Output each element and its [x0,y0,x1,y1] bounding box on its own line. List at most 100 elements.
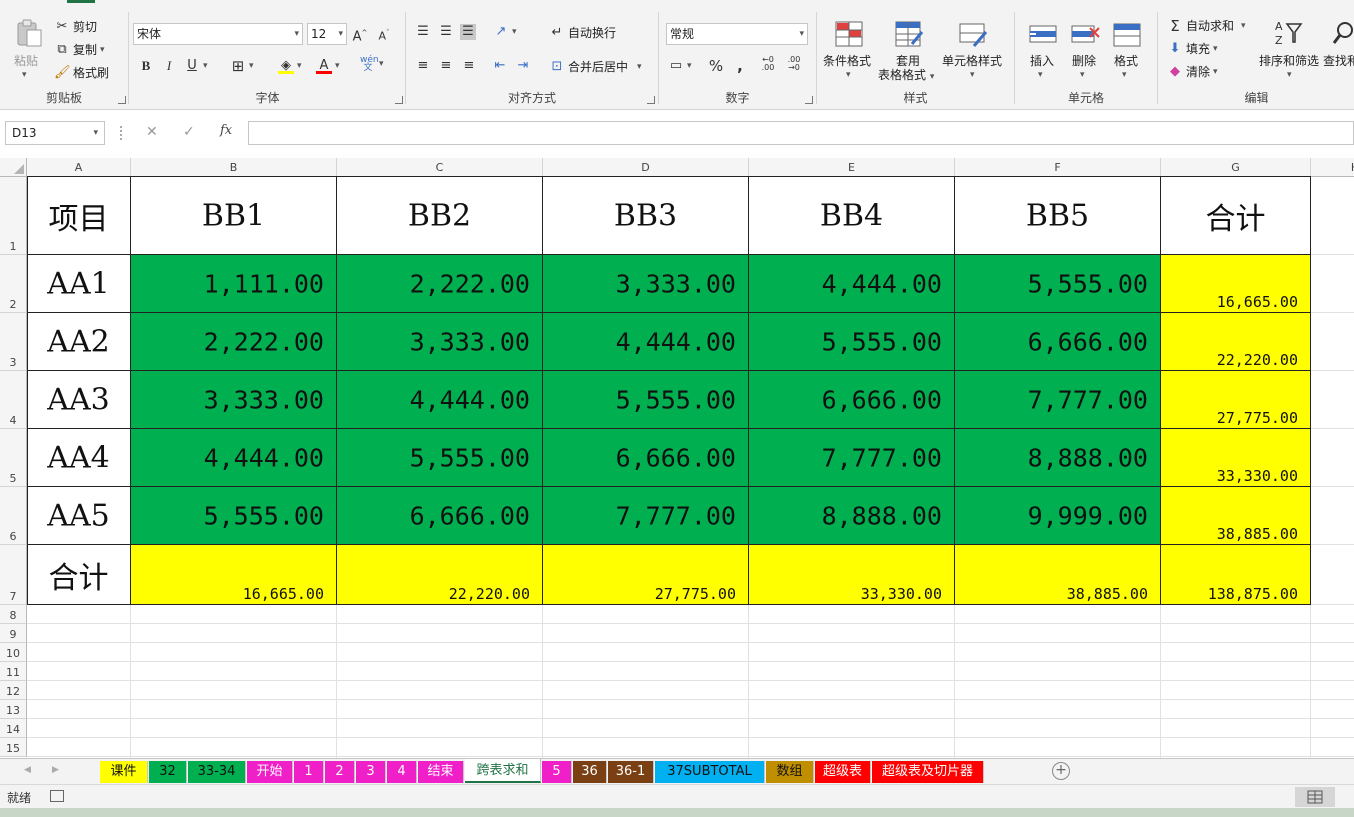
table-cell[interactable]: 8,888.00 [955,429,1161,487]
autosum-button[interactable]: Σ 自动求和 ▾ [1167,17,1245,34]
fill-color-button[interactable]: ◈ ▾ [278,58,302,74]
table-cell[interactable]: 6,666.00 [543,429,749,487]
table-cell[interactable]: 7,777.00 [955,371,1161,429]
table-row-label[interactable]: AA1 [27,255,131,313]
table-cell[interactable]: 6,666.00 [749,371,955,429]
row-header-4[interactable]: 4 [0,371,27,429]
decrease-indent-button[interactable]: ⇤ [492,58,508,74]
row-header-1[interactable]: 1 [0,177,27,255]
fill-button[interactable]: ⬇ 填充 ▾ [1167,40,1218,57]
table-cell[interactable]: 4,444.00 [749,255,955,313]
tab-scroll-left-icon[interactable]: ◀ [24,765,31,775]
table-cell[interactable]: 6,666.00 [337,487,543,545]
wrap-text-button[interactable]: ↵ 自动换行 [549,24,616,41]
column-header-c[interactable]: C [337,158,543,177]
table-cell[interactable]: 1,111.00 [131,255,337,313]
merge-center-button[interactable]: ⊡ 合并后居中 ▾ [549,58,642,75]
row-header-15[interactable]: 15 [0,738,27,757]
column-header-b[interactable]: B [131,158,337,177]
find-select-button[interactable]: 查找和 [1323,52,1354,69]
table-row-label[interactable]: AA2 [27,313,131,371]
column-total-cell[interactable]: 33,330.00 [749,545,955,605]
column-total-cell[interactable]: 27,775.00 [543,545,749,605]
insert-function-button[interactable]: fx [220,123,232,138]
table-cell[interactable]: 5,555.00 [337,429,543,487]
sheet-tab-4[interactable]: 1 [294,761,324,783]
orientation-button[interactable]: ↗ ▾ [493,24,517,40]
select-all-corner[interactable] [0,158,27,177]
bold-button[interactable]: B [138,58,154,74]
delete-dropdown-icon[interactable]: ▾ [1080,66,1085,80]
font-size-combo[interactable]: 12 ▾ [307,23,347,45]
table-col-header-1[interactable]: BB1 [131,177,337,255]
border-button[interactable]: ⊞ ▾ [230,58,254,74]
font-color-button[interactable]: A ▾ [316,58,340,74]
table-col-header-5[interactable]: BB5 [955,177,1161,255]
italic-button[interactable]: I [161,58,177,74]
format-as-table-button[interactable]: 表格格式 ▾ [878,66,934,83]
sheet-tab-2[interactable]: 33-34 [188,761,246,783]
insert-dropdown-icon[interactable]: ▾ [1038,66,1043,80]
column-total-cell[interactable]: 16,665.00 [131,545,337,605]
column-total-cell[interactable]: 38,885.00 [955,545,1161,605]
column-header-f[interactable]: F [955,158,1161,177]
sheet-tab-9[interactable]: 跨表求和 [465,759,541,783]
table-cell[interactable]: 7,777.00 [749,429,955,487]
table-cell[interactable]: 4,444.00 [131,429,337,487]
row-header-9[interactable]: 9 [0,624,27,643]
cancel-icon[interactable]: ✕ [146,124,158,140]
row-header-12[interactable]: 12 [0,681,27,700]
row-header-6[interactable]: 6 [0,487,27,545]
sheet-tab-10[interactable]: 5 [542,761,572,783]
font-launcher-icon[interactable] [395,96,403,104]
sheet-tab-6[interactable]: 3 [356,761,386,783]
total-row-label[interactable]: 合计 [27,545,131,605]
comma-button[interactable]: , [732,58,748,74]
table-cell[interactable]: 5,555.00 [543,371,749,429]
align-top-button[interactable]: ☰ [415,24,431,40]
sheet-tab-7[interactable]: 4 [387,761,417,783]
phonetic-button[interactable]: wén 文 ▾ [360,56,384,73]
align-right-button[interactable]: ≡ [461,58,477,74]
sort-filter-icon[interactable]: A Z [1273,18,1303,48]
macro-record-icon[interactable] [50,790,64,802]
paste-icon[interactable] [14,18,44,48]
find-select-icon[interactable] [1331,18,1354,48]
sheet-tab-1[interactable]: 32 [149,761,187,783]
align-center-button[interactable]: ≡ [438,58,454,74]
font-name-combo[interactable]: 宋体 ▾ [133,23,303,45]
table-cell[interactable]: 4,444.00 [543,313,749,371]
worksheet-grid[interactable]: ABCDEFGH123456789101112131415项目BB1BB2BB3… [0,158,1354,758]
column-header-e[interactable]: E [749,158,955,177]
table-cell[interactable]: 8,888.00 [749,487,955,545]
cut-button[interactable]: ✂ 剪切 [54,18,97,35]
alignment-launcher-icon[interactable] [647,96,655,104]
align-middle-button[interactable]: ☰ [438,24,454,40]
decrease-decimal-button[interactable]: .00 →0 [786,56,802,72]
sheet-tab-12[interactable]: 36-1 [608,761,654,783]
sheet-tab-13[interactable]: 37SUBTOTAL [655,761,765,783]
table-row-label[interactable]: AA5 [27,487,131,545]
sheet-tab-14[interactable]: 数组 [766,761,814,783]
clear-button[interactable]: ◆ 清除 ▾ [1167,63,1218,80]
row-header-14[interactable]: 14 [0,719,27,738]
insert-cells-icon[interactable] [1028,20,1058,50]
row-header-10[interactable]: 10 [0,643,27,662]
table-cell[interactable]: 2,222.00 [337,255,543,313]
clipboard-launcher-icon[interactable] [118,96,126,104]
table-cell[interactable]: 3,333.00 [131,371,337,429]
increase-font-button[interactable]: A^ [352,25,368,44]
row-total-cell[interactable]: 38,885.00 [1161,487,1311,545]
table-col-header-2[interactable]: BB2 [337,177,543,255]
row-header-8[interactable]: 8 [0,605,27,624]
decrease-font-button[interactable]: Aˇ [376,25,392,43]
increase-decimal-button[interactable]: ←0.00 [760,56,776,72]
column-header-g[interactable]: G [1161,158,1311,177]
accounting-format-button[interactable]: ▭ ▾ [668,58,692,74]
align-bottom-button[interactable]: ☰ [460,24,476,40]
row-total-cell[interactable]: 33,330.00 [1161,429,1311,487]
sheet-tab-3[interactable]: 开始 [247,761,293,783]
add-sheet-icon[interactable]: + [1052,762,1070,780]
row-header-3[interactable]: 3 [0,313,27,371]
sheet-tab-0[interactable]: 课件 [100,761,148,783]
